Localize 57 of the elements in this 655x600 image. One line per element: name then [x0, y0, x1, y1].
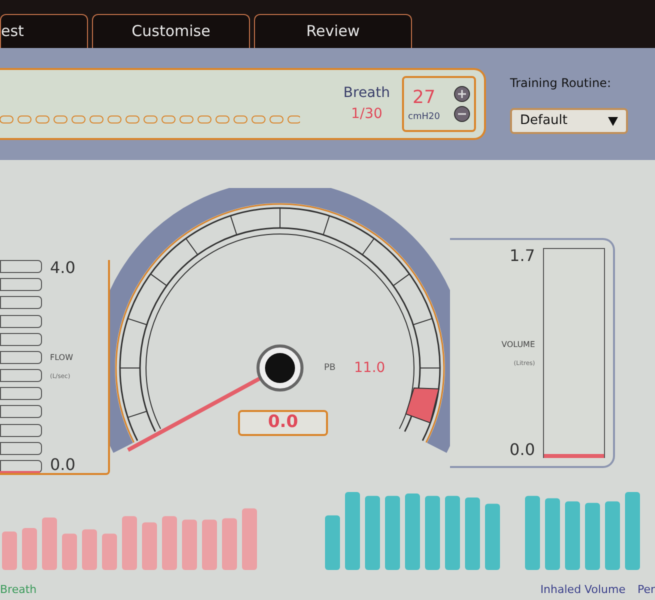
tab[interactable]: est — [0, 14, 88, 48]
minus-icon — [458, 113, 466, 115]
flow-max-label: 4.0 — [50, 260, 76, 276]
chart-bar — [162, 516, 177, 570]
flow-segment — [0, 405, 42, 418]
decrease-button[interactable] — [454, 106, 470, 122]
flow-segment — [0, 260, 42, 273]
chart-bar — [222, 518, 237, 570]
chart-bar — [102, 534, 117, 570]
gauge-reading: 0.0 — [238, 410, 328, 436]
chart-bar — [62, 534, 77, 570]
breath-count: 1/30 — [350, 105, 382, 124]
flow-segment — [0, 350, 42, 364]
flow-segment — [0, 314, 42, 328]
flow-segment — [0, 296, 42, 310]
flow-segment — [0, 278, 42, 292]
flow-segment — [0, 442, 42, 455]
flow-segment — [0, 369, 42, 382]
chart-bar — [545, 498, 560, 570]
pressure-value: 27 — [412, 86, 436, 110]
chart-bar — [42, 518, 57, 570]
chart-bar — [82, 529, 97, 570]
pb-label: PB — [324, 362, 336, 375]
chart-bar — [2, 532, 17, 570]
increase-button[interactable] — [454, 86, 470, 102]
chart-bar — [485, 504, 500, 570]
tab[interactable]: Review — [254, 14, 412, 48]
gauge-hub — [256, 344, 304, 392]
chart-bar — [122, 516, 137, 570]
tab[interactable]: Customise — [92, 14, 250, 48]
chart-bar — [565, 501, 580, 570]
inhaled-volume-label: Inhaled Volume — [540, 582, 626, 598]
pb-value: 11.0 — [354, 359, 386, 378]
chart-bar — [325, 515, 340, 570]
chart-bar — [242, 508, 257, 570]
volume-label: VOLUME — [502, 338, 535, 350]
flow-segment — [0, 424, 42, 437]
breath-label: Breath — [343, 84, 390, 103]
training-routine-dropdown[interactable]: Default — [510, 108, 628, 134]
flow-segment — [0, 332, 42, 346]
chart-bar — [585, 502, 600, 570]
per-label: Per — [637, 582, 655, 598]
flow-segment — [0, 387, 42, 400]
training-routine-label: Training Routine: — [510, 75, 612, 92]
dropdown-caret-icon — [608, 116, 618, 126]
breath-chart-label: Breath — [0, 582, 37, 598]
volume-min-label: 0.0 — [510, 442, 535, 458]
chart-bar — [142, 522, 157, 570]
chart-bar — [605, 501, 620, 570]
chart-bar — [182, 520, 197, 570]
chart-bar — [22, 528, 37, 570]
chart-bar — [202, 520, 217, 570]
flow-min-label: 0.0 — [50, 457, 76, 473]
plus-icon — [458, 90, 466, 98]
pressure-unit: cmH20 — [408, 110, 440, 124]
flow-label: FLOW — [50, 352, 73, 364]
volume-max-label: 1.7 — [510, 248, 535, 264]
